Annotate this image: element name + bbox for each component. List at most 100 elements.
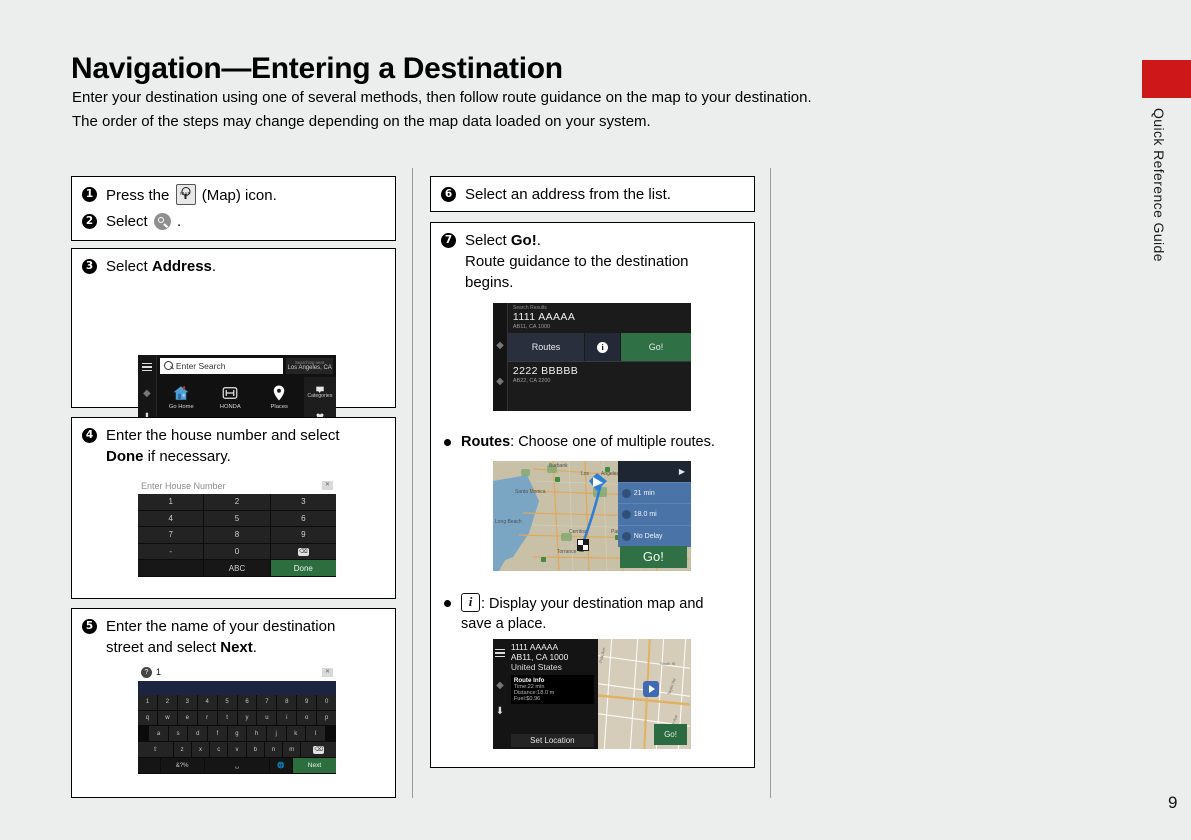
key-num[interactable]: 4: [197, 694, 217, 710]
key-1[interactable]: 1: [138, 494, 204, 510]
nav-tile-places[interactable]: Places: [255, 377, 304, 416]
key-letter[interactable]: r: [197, 710, 217, 726]
nav-tile-label: HONDA: [219, 403, 241, 410]
key-letter[interactable]: q: [138, 710, 157, 726]
clear-x-icon[interactable]: ✕: [322, 481, 333, 490]
key-letter[interactable]: n: [264, 742, 283, 758]
hamburger-icon[interactable]: [494, 649, 505, 658]
scroll-up-icon[interactable]: ◆: [496, 341, 504, 351]
step-number: 5: [82, 619, 97, 634]
key-letter[interactable]: f: [208, 726, 227, 742]
scroll-up-icon[interactable]: ◆: [143, 389, 151, 399]
key-num[interactable]: 7: [257, 694, 277, 710]
scroll-up-icon[interactable]: ◆: [496, 681, 504, 691]
side-item-categories[interactable]: Categories: [304, 377, 336, 403]
key-letter[interactable]: w: [157, 710, 177, 726]
go-button[interactable]: Go!: [621, 333, 691, 362]
key-letter[interactable]: y: [237, 710, 257, 726]
nav-tile-honda[interactable]: HONDA: [206, 377, 255, 416]
symbols-key[interactable]: &?%: [160, 758, 204, 774]
key-letter[interactable]: a: [149, 726, 168, 742]
scroll-down-icon[interactable]: ◆: [496, 377, 504, 387]
key-letter[interactable]: b: [246, 742, 264, 758]
key-letter[interactable]: i: [277, 710, 297, 726]
nav-search-bar: Enter Search Searching near Los Angeles,…: [157, 355, 336, 377]
step-7-line3: begins.: [465, 274, 514, 291]
key-num[interactable]: 6: [237, 694, 257, 710]
bullet-info-text: : Display your destination map and save …: [461, 592, 703, 634]
clear-x-icon[interactable]: ✕: [322, 667, 333, 677]
go-button[interactable]: Go!: [619, 545, 688, 568]
step-box-1-2: 1 Press the MAP (Map) icon. 2 Select .: [71, 176, 396, 241]
route-traffic-value: No Delay: [633, 532, 663, 540]
language-key[interactable]: 🌐: [270, 758, 292, 774]
key-4[interactable]: 4: [138, 510, 204, 527]
dest-map-canvas[interactable]: Polk Ave South St Taylor Rd Gore Ave Go!: [597, 639, 691, 749]
key-num[interactable]: 8: [277, 694, 297, 710]
space-key[interactable]: ␣: [204, 758, 270, 774]
nav-tile-go-home[interactable]: Go Home: [157, 377, 206, 416]
result-item-2-title[interactable]: 2222 BBBBB: [508, 362, 691, 377]
key-dash[interactable]: -: [138, 543, 204, 560]
next-button[interactable]: Next: [292, 758, 336, 774]
set-location-button[interactable]: Set Location: [510, 734, 594, 747]
key-5[interactable]: 5: [204, 510, 270, 527]
key-2[interactable]: 2: [204, 494, 270, 510]
key-0[interactable]: 0: [204, 543, 270, 560]
key-letter[interactable]: o: [297, 710, 317, 726]
key-6[interactable]: 6: [270, 510, 336, 527]
searching-near-button[interactable]: Searching near Los Angeles, CA: [286, 358, 333, 374]
scroll-down-icon[interactable]: ⬇: [496, 707, 504, 717]
backspace-key[interactable]: ⌫: [301, 742, 336, 758]
key-letter[interactable]: c: [210, 742, 228, 758]
svg-text:Santa Monica: Santa Monica: [515, 489, 546, 495]
key-letter[interactable]: k: [286, 726, 306, 742]
key-num[interactable]: 1: [138, 694, 157, 710]
info-button[interactable]: i: [585, 333, 621, 362]
hamburger-icon[interactable]: [141, 363, 152, 372]
result-item-1-title[interactable]: 1111 AAAAA: [508, 311, 691, 323]
key-letter[interactable]: z: [173, 742, 191, 758]
key-letter[interactable]: l: [306, 726, 325, 742]
key-letter[interactable]: t: [217, 710, 237, 726]
route-time-row: 21 min: [617, 481, 691, 504]
key-letter[interactable]: x: [191, 742, 210, 758]
key-num[interactable]: 2: [157, 694, 177, 710]
key-3[interactable]: 3: [270, 494, 336, 510]
route-panel-header[interactable]: ▶: [617, 461, 691, 482]
key-7[interactable]: 7: [138, 527, 204, 543]
go-button[interactable]: Go!: [653, 723, 688, 745]
key-letter[interactable]: p: [317, 710, 336, 726]
map-hardware-icon: MAP: [175, 184, 196, 205]
key-letter[interactable]: e: [177, 710, 197, 726]
house-number-input[interactable]: Enter House Number ✕: [138, 477, 336, 494]
key-num[interactable]: 0: [317, 694, 336, 710]
routes-button[interactable]: Routes: [507, 333, 585, 362]
key-9[interactable]: 9: [270, 527, 336, 543]
abc-button[interactable]: ABC: [204, 560, 270, 576]
backspace-key[interactable]: ⌫: [270, 543, 336, 560]
key-8[interactable]: 8: [204, 527, 270, 543]
street-name-input[interactable]: ? 1 ✕: [138, 664, 336, 681]
step-6: 6 Select an address from the list.: [441, 184, 744, 205]
key-letter[interactable]: g: [227, 726, 247, 742]
key-letter[interactable]: m: [283, 742, 301, 758]
key-num[interactable]: 5: [217, 694, 237, 710]
question-mark-icon[interactable]: ?: [141, 666, 152, 678]
nav-tile-label: Places: [270, 403, 288, 410]
route-selection-map-screenshot: Los Angeles Santa Monica Long Beach Cerrit…: [493, 461, 691, 571]
route-info-panel: ▶ 21 min 18.0 mi No Delay: [617, 461, 691, 547]
search-input[interactable]: Enter Search: [159, 358, 284, 374]
key-letter[interactable]: s: [168, 726, 188, 742]
key-letter[interactable]: v: [228, 742, 246, 758]
shift-key[interactable]: ⇧: [138, 742, 173, 758]
key-num[interactable]: 9: [297, 694, 317, 710]
key-letter[interactable]: d: [188, 726, 208, 742]
done-button[interactable]: Done: [270, 560, 336, 576]
key-letter[interactable]: j: [266, 726, 286, 742]
step-box-5: 5 Enter the name of your destination str…: [71, 608, 396, 798]
key-letter[interactable]: h: [247, 726, 266, 742]
keyboard-row-actions: &?% ␣ 🌐 Next: [138, 758, 336, 774]
key-letter[interactable]: u: [257, 710, 277, 726]
key-num[interactable]: 3: [177, 694, 197, 710]
